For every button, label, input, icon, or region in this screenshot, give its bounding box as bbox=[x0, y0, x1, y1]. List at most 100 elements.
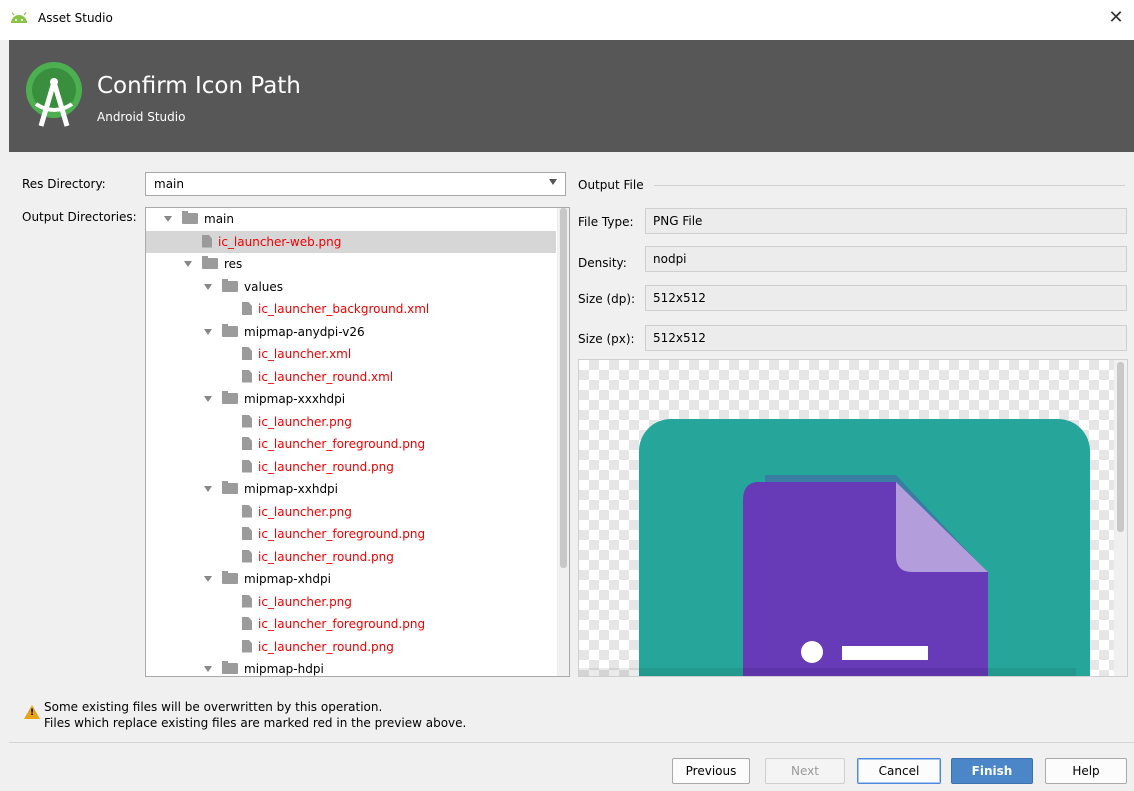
expand-arrow-icon[interactable] bbox=[184, 261, 192, 267]
tree-file-row[interactable]: ic_launcher_round.xml bbox=[146, 366, 556, 388]
file-icon bbox=[242, 414, 252, 428]
folder-icon bbox=[182, 211, 198, 224]
tree-item-label: res bbox=[224, 257, 243, 271]
tree-folder-row[interactable]: mipmap-xxxhdpi bbox=[146, 388, 556, 410]
warning-line-2: Files which replace existing files are m… bbox=[44, 716, 467, 730]
tree-file-row[interactable]: ic_launcher_foreground.png bbox=[146, 523, 556, 545]
wizard-banner: Confirm Icon Path Android Studio bbox=[9, 40, 1134, 152]
tree-scrollbar-thumb[interactable] bbox=[560, 208, 567, 568]
tree-item-label: ic_launcher.png bbox=[258, 594, 352, 609]
android-logo-icon bbox=[11, 12, 27, 23]
tree-file-row[interactable]: ic_launcher.png bbox=[146, 411, 556, 433]
file-icon bbox=[242, 527, 252, 540]
window-title-bar: Asset Studio ✕ bbox=[0, 0, 1134, 40]
file-icon bbox=[242, 437, 252, 450]
preview-scrollbar-thumb[interactable] bbox=[1117, 362, 1124, 532]
previous-button[interactable]: Previous bbox=[672, 758, 750, 784]
tree-item-label: ic_launcher_foreground.png bbox=[258, 527, 426, 541]
file-icon bbox=[242, 504, 252, 518]
tree-item-label: ic_launcher_round.png bbox=[258, 549, 394, 564]
expand-arrow-icon[interactable] bbox=[204, 328, 212, 335]
android-studio-icon bbox=[26, 62, 82, 127]
tree-file-row[interactable]: ic_launcher.xml bbox=[146, 343, 556, 365]
tree-item-label: values bbox=[244, 279, 284, 294]
density-value: nodpi bbox=[653, 252, 687, 266]
tree-item-label: mipmap-xxhdpi bbox=[244, 482, 339, 496]
output-directories-tree[interactable]: main ic_launcher-web.pngres values ic_launc… bbox=[145, 207, 570, 677]
tree-item-label: ic_launcher.xml bbox=[258, 347, 352, 361]
density-field: nodpi bbox=[645, 246, 1127, 272]
tree-folder-row[interactable]: mipmap-hdpi bbox=[146, 658, 556, 676]
file-icon bbox=[242, 549, 252, 563]
size-px-label: Size (px): bbox=[578, 332, 635, 346]
folder-icon bbox=[222, 391, 238, 404]
size-dp-value: 512x512 bbox=[653, 291, 706, 305]
file-icon bbox=[242, 347, 252, 360]
size-dp-label: Size (dp): bbox=[578, 292, 636, 306]
tree-file-row[interactable]: ic_launcher_round.png bbox=[146, 456, 556, 478]
tree-file-row[interactable]: ic_launcher.png bbox=[146, 591, 556, 613]
tree-file-row[interactable]: ic_launcher_round.png bbox=[146, 546, 556, 568]
tree-folder-row[interactable]: mipmap-xxhdpi bbox=[146, 478, 556, 500]
tree-item-label: ic_launcher_foreground.png bbox=[258, 437, 426, 451]
folder-icon bbox=[222, 481, 238, 494]
file-icon bbox=[242, 617, 252, 630]
file-type-label: File Type: bbox=[578, 215, 634, 229]
close-icon[interactable]: ✕ bbox=[1104, 6, 1128, 30]
tree-item-label: ic_launcher.png bbox=[258, 414, 352, 429]
tree-file-row[interactable]: ic_launcher.png bbox=[146, 501, 556, 523]
output-directories-label: Output Directories: bbox=[22, 210, 137, 224]
expand-arrow-icon[interactable] bbox=[204, 576, 212, 582]
tree-file-row[interactable]: ic_launcher_foreground.png bbox=[146, 613, 556, 635]
expand-arrow-icon[interactable] bbox=[204, 283, 212, 290]
expand-arrow-icon[interactable] bbox=[164, 216, 172, 222]
output-file-group-label: Output File bbox=[578, 178, 644, 192]
tree-item-label: main bbox=[204, 212, 234, 226]
file-icon bbox=[242, 594, 252, 608]
tree-item-label: mipmap-xxxhdpi bbox=[244, 392, 346, 406]
finish-button[interactable]: Finish bbox=[951, 758, 1033, 784]
res-directory-select[interactable]: main bbox=[145, 172, 566, 196]
help-button[interactable]: Help bbox=[1045, 758, 1127, 784]
tree-item-label: ic_launcher.png bbox=[258, 504, 352, 519]
expand-arrow-icon[interactable] bbox=[204, 666, 212, 672]
tree-item-label: ic_launcher-web.png bbox=[218, 234, 342, 249]
tree-item-label: mipmap-hdpi bbox=[244, 662, 324, 676]
tree-item-label: ic_launcher_round.png bbox=[258, 459, 394, 474]
density-label: Density: bbox=[578, 256, 627, 270]
chevron-down-icon bbox=[549, 179, 557, 185]
launcher-icon-preview bbox=[579, 419, 1090, 676]
tree-item-label: mipmap-xhdpi bbox=[244, 572, 331, 586]
warning-line-1: Some existing files will be overwritten … bbox=[44, 700, 383, 714]
expand-arrow-icon[interactable] bbox=[204, 396, 212, 402]
file-icon bbox=[242, 459, 252, 473]
folder-icon bbox=[222, 278, 238, 292]
cancel-button[interactable]: Cancel bbox=[857, 758, 941, 784]
folder-icon bbox=[222, 661, 238, 674]
tree-file-row[interactable]: ic_launcher_foreground.png bbox=[146, 433, 556, 455]
tree-file-row[interactable]: ic_launcher-web.png bbox=[146, 230, 556, 253]
size-px-value: 512x512 bbox=[653, 331, 706, 345]
next-button[interactable]: Next bbox=[765, 758, 845, 784]
file-icon bbox=[202, 234, 212, 248]
tree-item-label: ic_launcher_foreground.png bbox=[258, 617, 426, 631]
group-divider bbox=[654, 185, 1125, 186]
tree-file-row[interactable]: ic_launcher_background.xml bbox=[146, 298, 556, 320]
folder-icon bbox=[202, 256, 218, 269]
window-title: Asset Studio bbox=[38, 11, 113, 25]
file-icon bbox=[242, 639, 252, 653]
icon-preview bbox=[578, 359, 1128, 677]
tree-file-row[interactable]: ic_launcher_round.png bbox=[146, 636, 556, 658]
tree-item-label: ic_launcher_round.xml bbox=[258, 369, 394, 384]
folder-icon bbox=[222, 571, 238, 584]
page-title: Confirm Icon Path bbox=[97, 73, 301, 99]
tree-folder-row[interactable]: values bbox=[146, 276, 556, 298]
tree-item-label: ic_launcher_background.xml bbox=[258, 302, 430, 316]
expand-arrow-icon[interactable] bbox=[204, 486, 212, 492]
tree-folder-row[interactable]: main bbox=[146, 208, 556, 230]
tree-folder-row[interactable]: mipmap-xhdpi bbox=[146, 568, 556, 590]
tree-folder-row[interactable]: res bbox=[146, 253, 556, 275]
res-directory-value: main bbox=[154, 177, 184, 191]
tree-folder-row[interactable]: mipmap-anydpi-v26 bbox=[146, 321, 556, 343]
file-type-value: PNG File bbox=[653, 214, 703, 228]
